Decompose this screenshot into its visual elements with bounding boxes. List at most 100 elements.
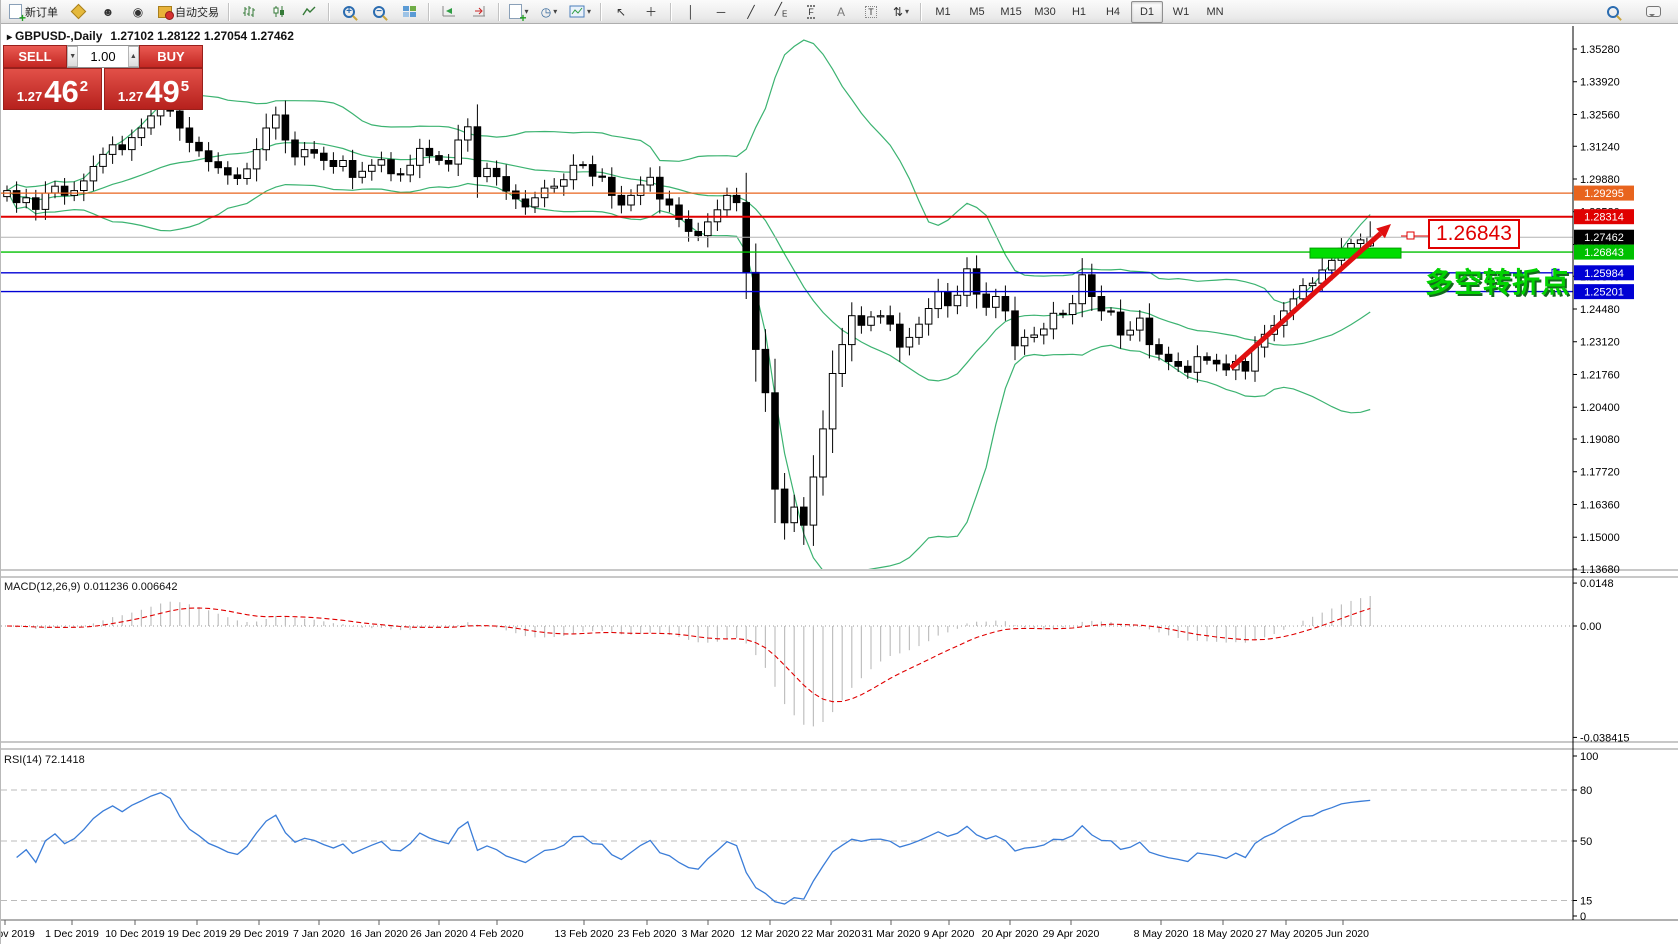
- sell-button[interactable]: SELL: [3, 45, 67, 68]
- rsi-line: [16, 791, 1371, 905]
- symbol-period: GBPUSD-,Daily: [15, 29, 103, 43]
- autotrade-label: 自动交易: [175, 6, 219, 19]
- timeframe-group: M1 M5 M15 M30 H1 H4 D1 W1 MN: [926, 0, 1232, 23]
- zoom-in-button[interactable]: +: [335, 1, 363, 23]
- svg-text:1.29295: 1.29295: [1584, 188, 1624, 200]
- date-label: 31 Mar 2020: [862, 928, 921, 940]
- svg-text:1.29880: 1.29880: [1580, 174, 1620, 186]
- chat-button[interactable]: [1639, 1, 1667, 23]
- svg-text:1.27462: 1.27462: [1584, 232, 1624, 244]
- date-label: 29 Dec 2019: [229, 928, 289, 940]
- tab-timeframe-M30[interactable]: M30: [1029, 1, 1061, 23]
- sell-price-big: 46: [44, 74, 79, 109]
- date-label: 21 Nov 2019: [1, 928, 35, 940]
- market-watch-button[interactable]: [64, 1, 92, 23]
- price-annotation-box[interactable]: 1.26843: [1428, 219, 1520, 249]
- date-label: 22 Mar 2020: [802, 928, 861, 940]
- date-label: 20 Apr 2020: [982, 928, 1039, 940]
- tab-timeframe-MN[interactable]: MN: [1199, 1, 1231, 23]
- auto-scroll-icon: [442, 6, 455, 17]
- trendline-tool[interactable]: ╱: [737, 1, 765, 23]
- svg-text:1.25984: 1.25984: [1584, 268, 1624, 280]
- svg-text:1.15000: 1.15000: [1580, 532, 1620, 544]
- svg-text:0.00: 0.00: [1580, 621, 1601, 633]
- tab-timeframe-M1[interactable]: M1: [927, 1, 959, 23]
- buy-price-small: 1.27: [117, 89, 144, 104]
- text-tool[interactable]: A: [827, 1, 855, 23]
- svg-text:1.23120: 1.23120: [1580, 337, 1620, 349]
- tab-timeframe-H4[interactable]: H4: [1097, 1, 1129, 23]
- svg-text:1.24480: 1.24480: [1580, 304, 1620, 316]
- autotrade-icon: [158, 5, 174, 20]
- line-chart-icon: [302, 6, 316, 16]
- autotrade-button[interactable]: 自动交易: [154, 1, 223, 23]
- mt4-window: 1.352801.339201.325601.312401.298801.285…: [0, 0, 1678, 944]
- auto-scroll-button[interactable]: [435, 1, 463, 23]
- svg-text:0.0148: 0.0148: [1580, 578, 1614, 590]
- arrows-icon: ⇅: [892, 4, 904, 19]
- trend-arrow-line[interactable]: [1229, 231, 1383, 370]
- navigator-button[interactable]: ☻: [94, 1, 122, 23]
- arrows-tool[interactable]: ⇅ ▾: [887, 1, 915, 23]
- candles-layer: [3, 94, 1375, 546]
- line-chart-button[interactable]: [295, 1, 323, 23]
- volume-down-button[interactable]: ▼: [67, 46, 79, 67]
- chart-shift-button[interactable]: [465, 1, 493, 23]
- tab-timeframe-H1[interactable]: H1: [1063, 1, 1095, 23]
- tile-windows-button[interactable]: [395, 1, 423, 23]
- date-label: 18 May 2020: [1193, 928, 1254, 940]
- svg-text:1.19080: 1.19080: [1580, 434, 1620, 446]
- chart-shift-icon: [473, 6, 485, 17]
- cursor-tool[interactable]: ↖: [607, 1, 635, 23]
- candlestick-chart-button[interactable]: [265, 1, 293, 23]
- volume-input[interactable]: [78, 46, 128, 67]
- main-toolbar: + 新订单 ☻ ◉ 自动交易 + − + ▾ ◷ ▾ ▾ ↖ ＋ │ ─ ╱ ╱…: [1, 0, 1678, 24]
- templates-button[interactable]: ▾: [565, 1, 595, 23]
- date-label: 3 Mar 2020: [681, 928, 734, 940]
- buy-button[interactable]: BUY: [139, 45, 203, 68]
- new-order-icon: +: [9, 4, 26, 24]
- turning-point-annotation[interactable]: 多空转折点: [1425, 261, 1570, 301]
- tab-timeframe-D1[interactable]: D1: [1131, 0, 1164, 23]
- horizontal-lines: [1, 192, 1573, 293]
- svg-text:1.33920: 1.33920: [1580, 77, 1620, 89]
- indicators-button[interactable]: + ▾: [505, 1, 533, 24]
- date-label: 26 Jan 2020: [410, 928, 468, 940]
- periods-button[interactable]: ◷ ▾: [535, 1, 563, 23]
- date-label: 19 Dec 2019: [167, 928, 227, 940]
- channel-tool[interactable]: ╱E: [767, 1, 795, 23]
- trendline-icon: ╱: [747, 4, 755, 19]
- fibonacci-tool[interactable]: F: [797, 1, 825, 23]
- svg-text:0: 0: [1580, 911, 1586, 923]
- buy-price-sup: 5: [180, 78, 190, 95]
- vline-tool[interactable]: │: [677, 1, 705, 23]
- svg-text:1.35280: 1.35280: [1580, 44, 1620, 56]
- zoom-out-button[interactable]: −: [365, 1, 393, 23]
- hline-tool[interactable]: ─: [707, 1, 735, 23]
- date-label: 4 Feb 2020: [470, 928, 523, 940]
- svg-text:1.13680: 1.13680: [1580, 564, 1620, 576]
- tab-timeframe-W1[interactable]: W1: [1165, 1, 1197, 23]
- date-label: 8 May 2020: [1134, 928, 1189, 940]
- tile-windows-icon: [402, 6, 416, 17]
- svg-text:1.28314: 1.28314: [1584, 212, 1624, 224]
- volume-up-button[interactable]: ▲: [127, 46, 139, 67]
- fibonacci-icon: F: [807, 4, 815, 19]
- search-button[interactable]: [1599, 1, 1627, 23]
- signals-icon: ◉: [132, 4, 144, 19]
- new-order-button[interactable]: + 新订单: [5, 1, 62, 24]
- tab-timeframe-M15[interactable]: M15: [995, 1, 1027, 23]
- tab-timeframe-M5[interactable]: M5: [961, 1, 993, 23]
- sell-price[interactable]: 1.27 46 2: [3, 68, 102, 110]
- buy-price[interactable]: 1.27 49 5: [104, 68, 203, 110]
- bar-chart-icon: [243, 6, 255, 17]
- crosshair-icon: ＋: [645, 4, 658, 19]
- bar-chart-button[interactable]: [235, 1, 263, 23]
- text-label-tool[interactable]: T: [857, 1, 885, 23]
- svg-text:1.16360: 1.16360: [1580, 499, 1620, 511]
- crosshair-tool[interactable]: ＋: [637, 1, 665, 23]
- bollinger-bands: [6, 39, 1371, 569]
- signals-button[interactable]: ◉: [124, 1, 152, 23]
- svg-text:15: 15: [1580, 896, 1592, 908]
- channel-icon: ╱E: [774, 1, 788, 19]
